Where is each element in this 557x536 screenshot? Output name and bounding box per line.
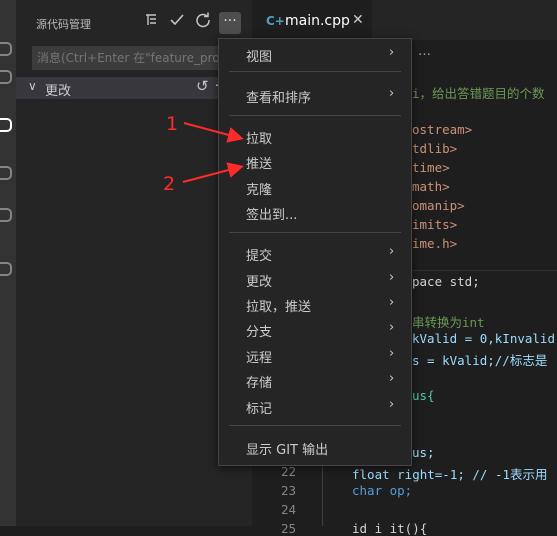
code-line: pace std;: [412, 274, 480, 289]
view-as-tree-icon[interactable]: [142, 12, 160, 32]
annotation-number-2: 2: [163, 173, 176, 195]
commit-message-input[interactable]: [33, 47, 232, 69]
menu-item-clone[interactable]: 克隆: [219, 175, 411, 199]
commit-check-icon[interactable]: [168, 12, 186, 32]
commit-message-box[interactable]: [32, 46, 233, 70]
code-line: tdlib>: [412, 141, 458, 156]
code-line: omanip>: [412, 198, 465, 213]
code-line: us{: [412, 388, 435, 403]
code-line: ostream>: [412, 122, 473, 137]
menu-separator: [229, 425, 401, 426]
source-control-icon[interactable]: [0, 118, 12, 132]
code-line: 串转换为int: [412, 315, 485, 330]
code-line: float right=-1; // -1表示用: [352, 467, 548, 482]
remote-explorer-icon[interactable]: [0, 262, 12, 276]
menu-item-label: 分支: [246, 325, 273, 340]
source-control-title: 源代码管理: [36, 18, 91, 31]
refresh-icon[interactable]: [194, 12, 212, 32]
menu-separator: [229, 71, 401, 72]
run-debug-icon[interactable]: [0, 166, 12, 180]
code-line: kValid = 0,kInvalid: [412, 331, 555, 346]
menu-item-pull[interactable]: 拉取: [219, 124, 411, 148]
menu-item-changes[interactable]: 更改 ›: [219, 267, 411, 291]
chevron-right-icon: ›: [389, 45, 395, 60]
menu-item-view-sort[interactable]: 查看和排序 ›: [219, 83, 411, 107]
menu-item-commit[interactable]: 提交 ›: [219, 241, 411, 265]
menu-item-show-git-output[interactable]: 显示 GIT 输出: [219, 435, 411, 459]
chevron-right-icon: ›: [389, 86, 395, 101]
annotation-number-1: 1: [166, 113, 179, 135]
chevron-down-icon[interactable]: ∨: [28, 79, 37, 93]
chevron-right-icon: ›: [389, 371, 395, 386]
chevron-right-icon: ›: [389, 270, 395, 285]
menu-separator: [229, 232, 401, 233]
extensions-icon[interactable]: [0, 208, 12, 222]
changes-group-row[interactable]: ∨ 更改 ↺ +: [16, 75, 252, 99]
menu-item-label: 更改: [246, 275, 273, 290]
more-actions-menu: 视图 › 查看和排序 › 拉取 推送 克隆 签出到... 提交 › 更改 › 拉…: [218, 38, 412, 466]
source-control-header: 源代码管理 ···: [16, 0, 252, 46]
menu-item-label: 远程: [246, 351, 273, 366]
code-line: s = kValid;//标志是: [412, 353, 548, 368]
code-line: imits>: [412, 217, 458, 232]
chevron-right-icon: ›: [389, 346, 395, 361]
menu-item-stash[interactable]: 存储 ›: [219, 368, 411, 392]
menu-item-label: 推送: [246, 157, 273, 172]
menu-item-label: 提交: [246, 249, 273, 264]
explorer-icon[interactable]: [0, 42, 12, 56]
activity-bar: [0, 0, 16, 526]
menu-item-label: 视图: [246, 50, 273, 65]
line-number: 25: [280, 521, 296, 536]
menu-item-pull-push[interactable]: 拉取，推送 ›: [219, 292, 411, 316]
menu-item-branch[interactable]: 分支 ›: [219, 317, 411, 341]
menu-item-label: 存储: [246, 376, 273, 391]
search-icon[interactable]: [0, 70, 12, 84]
code-line: i，给出答错题目的个数: [412, 86, 545, 101]
code-line: time>: [412, 160, 450, 175]
code-line: char op;: [352, 483, 413, 498]
line-number: 22: [280, 464, 296, 479]
menu-item-push[interactable]: 推送: [219, 149, 411, 173]
code-line: math>: [412, 179, 450, 194]
chevron-right-icon: ›: [389, 295, 395, 310]
chevron-right-icon: ›: [389, 320, 395, 335]
menu-item-label: 拉取: [246, 132, 273, 147]
chevron-right-icon: ›: [389, 244, 395, 259]
discard-all-icon[interactable]: ↺: [196, 77, 209, 95]
line-number: 23: [280, 483, 296, 498]
menu-item-remote[interactable]: 远程 ›: [219, 343, 411, 367]
source-control-panel: 源代码管理 ··· ∨ 更改 ↺ +: [16, 0, 252, 526]
menu-item-label: 显示 GIT 输出: [246, 443, 329, 458]
changes-label: 更改: [45, 84, 72, 99]
menu-item-label: 查看和排序: [246, 91, 312, 106]
menu-separator: [229, 115, 401, 116]
code-line: id i it(){: [352, 521, 428, 536]
menu-item-view[interactable]: 视图 ›: [219, 42, 411, 66]
chevron-right-icon: ›: [389, 397, 395, 412]
menu-item-checkout-to[interactable]: 签出到...: [219, 200, 411, 224]
line-number: 24: [280, 502, 296, 517]
menu-item-label: 签出到...: [246, 208, 298, 223]
menu-item-label: 克隆: [246, 183, 273, 198]
menu-item-label: 标记: [246, 402, 273, 417]
code-line: us;: [412, 445, 435, 460]
code-line: ime.h>: [412, 236, 458, 251]
menu-item-tags[interactable]: 标记 ›: [219, 394, 411, 418]
menu-item-label: 拉取，推送: [246, 300, 312, 315]
more-actions-button[interactable]: ···: [219, 12, 241, 34]
